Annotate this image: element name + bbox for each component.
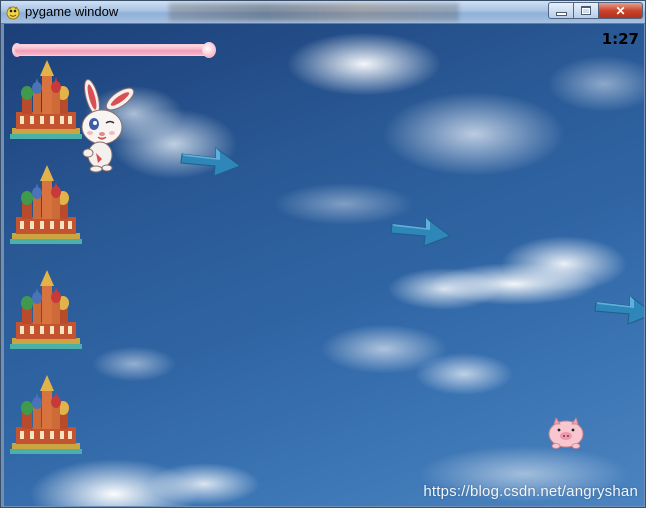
st-basil-cathedral-icon bbox=[10, 375, 82, 454]
minimize-icon bbox=[555, 11, 567, 16]
pig-icon bbox=[548, 417, 584, 449]
arrow-icon bbox=[594, 295, 644, 325]
window-controls: ✕ bbox=[548, 2, 643, 20]
window-title: pygame window bbox=[25, 4, 119, 19]
close-icon: ✕ bbox=[615, 3, 626, 18]
title-bar[interactable]: pygame window ✕ bbox=[1, 1, 645, 24]
st-basil-cathedral-icon bbox=[10, 60, 82, 139]
st-basil-cathedral-icon bbox=[10, 270, 82, 349]
maximize-icon bbox=[581, 6, 591, 15]
background-window-titles bbox=[169, 3, 459, 21]
close-button[interactable]: ✕ bbox=[599, 2, 643, 19]
health-bar bbox=[14, 44, 212, 56]
arrow-icon bbox=[180, 147, 242, 177]
rabbit-icon[interactable] bbox=[76, 79, 140, 173]
minimize-button[interactable] bbox=[548, 2, 574, 19]
pygame-snake-icon bbox=[6, 6, 20, 20]
maximize-button[interactable] bbox=[574, 2, 599, 19]
watermark: https://blog.csdn.net/angryshan bbox=[423, 483, 638, 500]
timer: 1:27 bbox=[601, 30, 639, 48]
health-bar-knob bbox=[202, 42, 216, 58]
pygame-window: pygame window ✕ 1:27 https://blog.csdn.n… bbox=[0, 0, 646, 508]
game-canvas[interactable]: 1:27 https://blog.csdn.net/angryshan bbox=[4, 24, 644, 506]
health-bar-fill bbox=[14, 44, 212, 56]
arrow-icon bbox=[390, 217, 452, 247]
st-basil-cathedral-icon bbox=[10, 165, 82, 244]
